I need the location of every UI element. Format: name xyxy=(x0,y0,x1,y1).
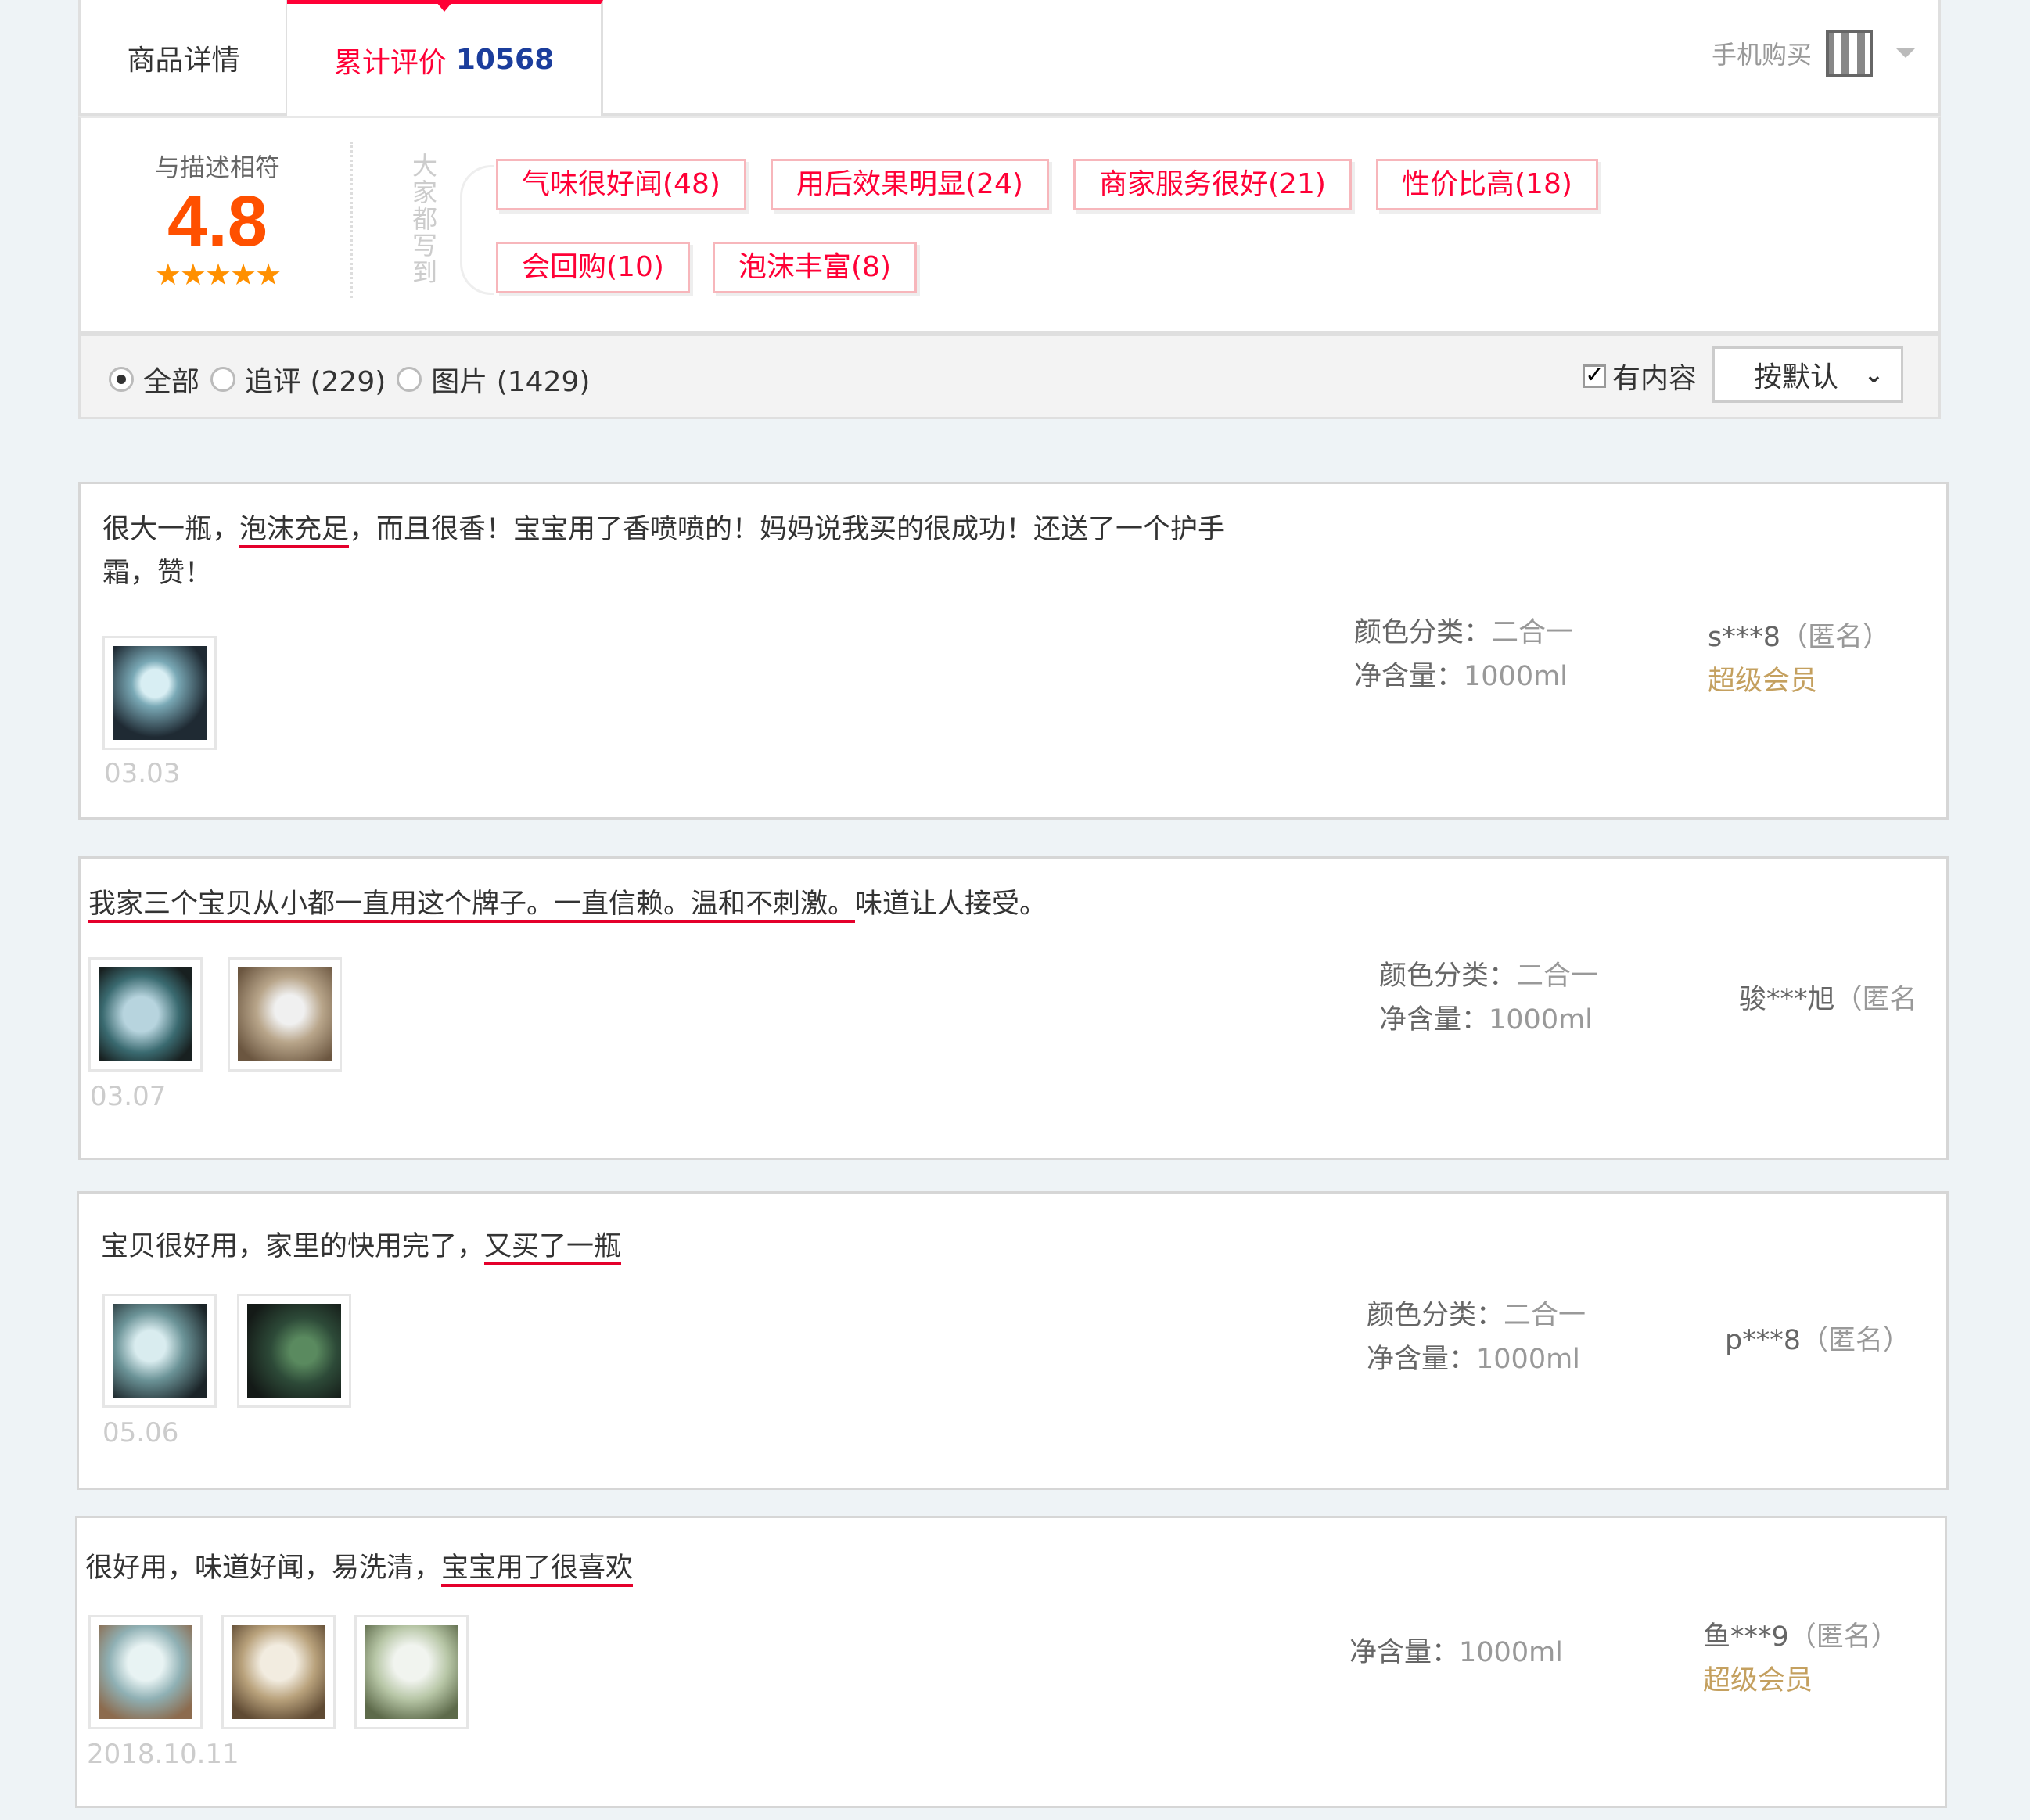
score-box: 与描述相符 4.8 ★★★★★ xyxy=(128,148,307,290)
review-text-part: 很好用，味道好闻，易洗清， xyxy=(85,1553,442,1584)
review-tag[interactable]: 商家服务很好(21) xyxy=(1073,159,1352,210)
rating-summary: 与描述相符 4.8 ★★★★★ 大家都写到 气味很好闻(48) 用后效果明显(2… xyxy=(78,116,1941,333)
review-card: 很好用，味道好闻，易洗清，宝宝用了很喜欢 2018.10.11 净含量：1000… xyxy=(75,1516,1947,1808)
review-photo[interactable] xyxy=(237,1294,351,1408)
review-text-highlight: 宝宝用了很喜欢 xyxy=(441,1553,634,1587)
review-text: 很大一瓶，泡沫充足，而且很香！宝宝用了香喷喷的！妈妈说我买的很成功！还送了一个护… xyxy=(102,508,1370,595)
volume-label: 净含量： xyxy=(1354,661,1464,692)
review-tag[interactable]: 气味很好闻(48) xyxy=(496,159,746,210)
review-photo[interactable] xyxy=(102,636,217,750)
anonymous-label: （匿名） xyxy=(1801,1325,1911,1356)
volume-value: 1000ml xyxy=(1459,1637,1563,1668)
review-text: 很好用，味道好闻，易洗清，宝宝用了很喜欢 xyxy=(85,1546,1337,1590)
everyone-wrote-label: 大家都写到 xyxy=(411,151,437,287)
radio-pictures-label[interactable]: 图片 (1429) xyxy=(431,359,590,400)
reviewer-name: 骏***旭 xyxy=(1739,984,1835,1015)
tab-product-details[interactable]: 商品详情 xyxy=(81,0,289,116)
sku-attributes: 颜色分类：二合一 净含量：1000ml xyxy=(1379,954,1598,1042)
reviewer: p***8（匿名） xyxy=(1725,1319,1910,1362)
sort-select-value: 按默认 xyxy=(1754,361,1839,393)
review-photo[interactable] xyxy=(354,1615,469,1729)
sku-attributes: 净含量：1000ml xyxy=(1349,1631,1563,1675)
color-label: 颜色分类： xyxy=(1354,617,1492,648)
volume-value: 1000ml xyxy=(1489,1004,1593,1036)
score-value: 4.8 xyxy=(167,181,268,261)
sku-attributes: 颜色分类：二合一 净含量：1000ml xyxy=(1367,1294,1586,1381)
vip-badge: 超级会员 xyxy=(1703,1665,1813,1696)
tab-reviews-count: 10568 xyxy=(455,44,555,76)
radio-pictures[interactable] xyxy=(397,367,422,392)
review-card: 我家三个宝贝从小都一直用这个牌子。一直信赖。温和不刺激。味道让人接受。 03.0… xyxy=(78,856,1949,1160)
tab-product-details-label: 商品详情 xyxy=(127,45,240,77)
review-photo[interactable] xyxy=(88,1615,203,1729)
has-content-checkbox[interactable]: ✓ xyxy=(1583,364,1606,388)
review-text-highlight: 泡沫充足 xyxy=(239,514,350,548)
review-date: 05.06 xyxy=(102,1417,179,1448)
color-value: 二合一 xyxy=(1516,960,1599,992)
review-tag[interactable]: 用后效果明显(24) xyxy=(771,159,1049,210)
has-content-label[interactable]: 有内容 xyxy=(1612,356,1697,397)
review-text: 宝贝很好用，家里的快用完了，又买了一瓶 xyxy=(101,1225,1353,1269)
review-tag[interactable]: 泡沫丰富(8) xyxy=(713,242,917,293)
tab-cumulative-reviews[interactable]: 累计评价 10568 xyxy=(287,0,603,116)
chevron-down-icon: ⌄ xyxy=(1863,361,1884,389)
review-photo[interactable] xyxy=(228,957,342,1072)
review-tag[interactable]: 会回购(10) xyxy=(496,242,690,293)
color-label: 颜色分类： xyxy=(1367,1300,1504,1331)
radio-all-label[interactable]: 全部 xyxy=(143,359,199,400)
reviewer: s***8（匿名） 超级会员 xyxy=(1708,616,1890,703)
sku-attributes: 颜色分类：二合一 净含量：1000ml xyxy=(1354,611,1573,698)
review-date: 03.03 xyxy=(104,758,181,789)
review-tag[interactable]: 性价比高(18) xyxy=(1376,159,1598,210)
review-card: 很大一瓶，泡沫充足，而且很香！宝宝用了香喷喷的！妈妈说我买的很成功！还送了一个护… xyxy=(78,482,1949,820)
review-date: 2018.10.11 xyxy=(87,1739,239,1770)
reviewer: 骏***旭（匿名 xyxy=(1739,978,1917,1021)
volume-value: 1000ml xyxy=(1476,1344,1580,1375)
review-text-part: 很大一瓶， xyxy=(102,514,240,545)
radio-all[interactable] xyxy=(109,367,134,392)
review-date: 03.07 xyxy=(90,1081,167,1112)
review-text: 我家三个宝贝从小都一直用这个牌子。一直信赖。温和不刺激。味道让人接受。 xyxy=(88,882,1418,926)
active-tab-caret-icon xyxy=(436,2,452,12)
radio-append-label[interactable]: 追评 (229) xyxy=(245,359,386,400)
sort-select[interactable]: 按默认 ⌄ xyxy=(1712,346,1903,403)
score-label: 与描述相符 xyxy=(154,153,280,182)
mobile-buy-label: 手机购买 xyxy=(1711,40,1812,70)
summary-divider xyxy=(350,142,353,298)
tags-bracket xyxy=(460,165,494,295)
review-text-part: 宝贝很好用，家里的快用完了， xyxy=(101,1231,485,1262)
radio-append-review[interactable] xyxy=(210,367,236,392)
mobile-buy[interactable]: 手机购买 xyxy=(1712,30,1915,77)
review-text-highlight: 又买了一瓶 xyxy=(484,1231,622,1265)
volume-value: 1000ml xyxy=(1464,661,1568,692)
review-text-part: 味道让人接受。 xyxy=(855,888,1047,920)
has-content-filter[interactable]: ✓ 有内容 xyxy=(1583,356,1697,397)
review-filter-bar: 全部 追评 (229) 图片 (1429) ✓ 有内容 按默认 ⌄ xyxy=(78,333,1941,419)
reviewer-name: p***8 xyxy=(1725,1325,1801,1356)
reviewer: 鱼***9（匿名） 超级会员 xyxy=(1703,1615,1899,1703)
qr-code-icon[interactable] xyxy=(1826,30,1873,77)
review-card: 宝贝很好用，家里的快用完了，又买了一瓶 05.06 颜色分类：二合一 净含量：1… xyxy=(77,1191,1949,1490)
review-photo[interactable] xyxy=(88,957,203,1072)
tab-reviews-label: 累计评价 xyxy=(333,46,447,79)
reviewer-name: 鱼***9 xyxy=(1703,1621,1789,1653)
volume-label: 净含量： xyxy=(1367,1344,1477,1375)
anonymous-label: （匿名） xyxy=(1788,1621,1899,1653)
tab-bar: 商品详情 累计评价 10568 手机购买 xyxy=(78,0,1941,116)
color-value: 二合一 xyxy=(1504,1300,1586,1331)
review-text-highlight: 我家三个宝贝从小都一直用这个牌子。一直信赖。温和不刺激。 xyxy=(88,888,856,923)
review-photo[interactable] xyxy=(221,1615,336,1729)
volume-label: 净含量： xyxy=(1379,1004,1489,1036)
color-value: 二合一 xyxy=(1491,617,1574,648)
dropdown-triangle-icon[interactable] xyxy=(1896,48,1915,58)
anonymous-label: （匿名 xyxy=(1834,984,1917,1015)
color-label: 颜色分类： xyxy=(1379,960,1517,992)
star-rating-icon: ★★★★★ xyxy=(154,257,282,292)
review-photo[interactable] xyxy=(102,1294,217,1408)
vip-badge: 超级会员 xyxy=(1708,666,1818,697)
anonymous-label: （匿名） xyxy=(1780,622,1891,653)
review-type-filter: 全部 追评 (229) 图片 (1429) xyxy=(109,359,590,400)
reviewer-name: s***8 xyxy=(1708,622,1781,653)
volume-label: 净含量： xyxy=(1349,1637,1460,1668)
